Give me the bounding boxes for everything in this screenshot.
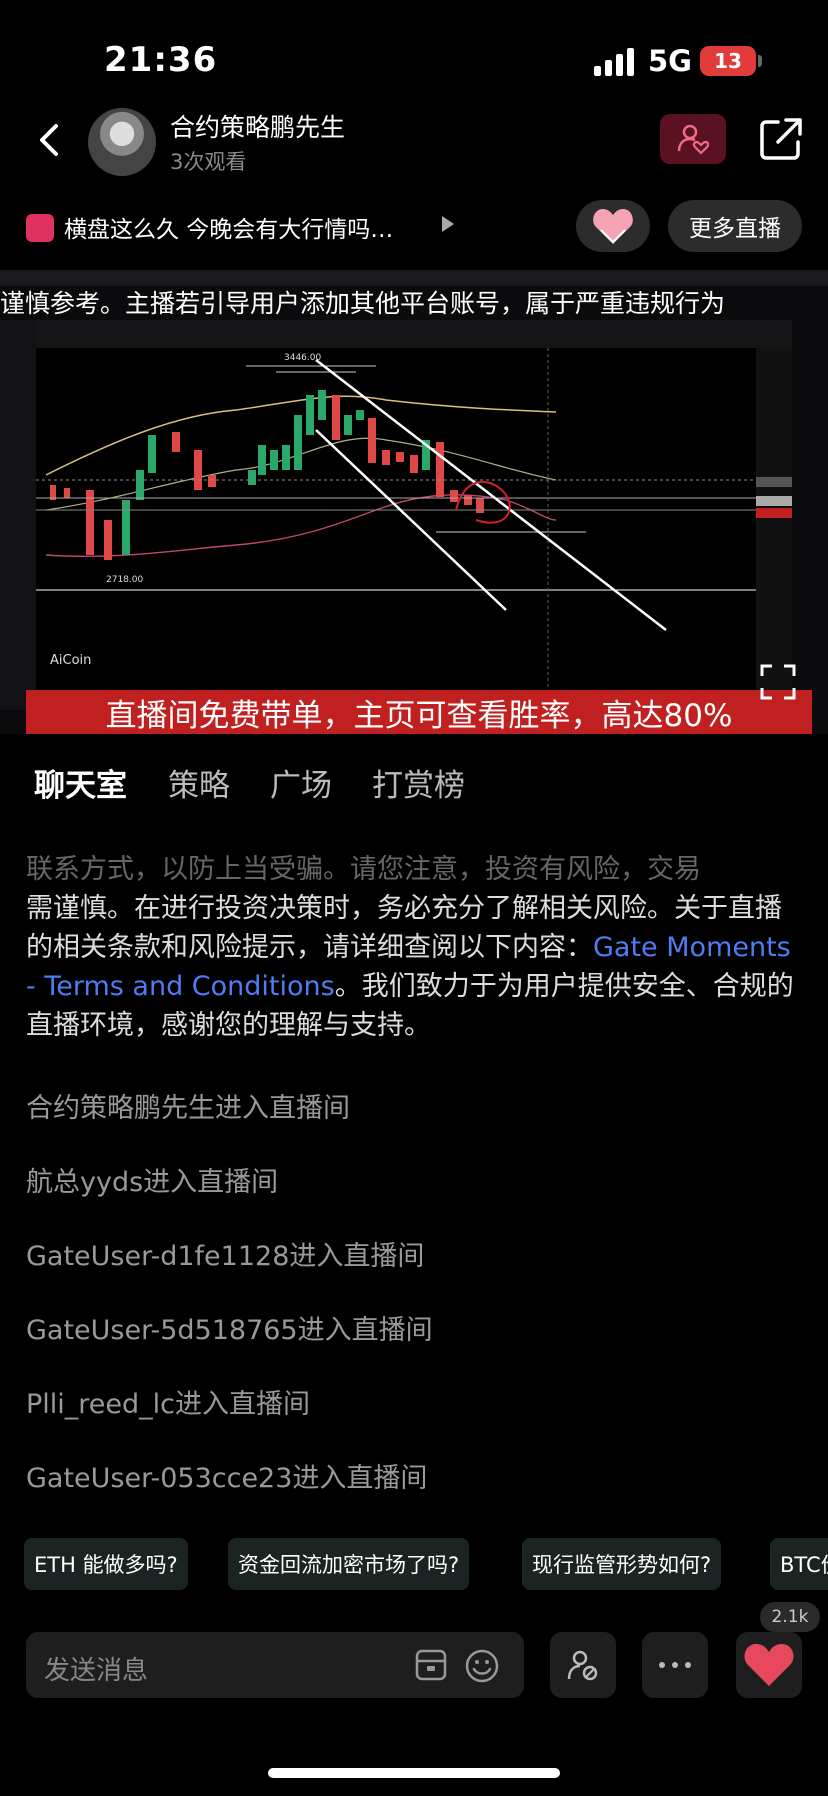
chat-entry: Plli_reed_lc进入直播间 (26, 1389, 311, 1420)
heart-hands-icon (593, 209, 633, 244)
more-options-button[interactable] (642, 1632, 708, 1698)
status-bar: 21:36 5G 13 (0, 0, 828, 120)
back-icon[interactable] (30, 120, 70, 160)
more-live-button[interactable]: 更多直播 (668, 200, 802, 252)
heart-icon (744, 1644, 794, 1686)
quick-question-chip[interactable]: ETH 能做多吗? (24, 1538, 188, 1590)
user-edit-icon (567, 1650, 598, 1681)
tab-square[interactable]: 广场 (270, 760, 332, 805)
battery-cap (758, 55, 762, 67)
guest-user-button[interactable] (550, 1632, 616, 1698)
chat-entry: GateUser-5d518765进入直播间 (26, 1315, 433, 1346)
chart-side-toolbar (0, 320, 36, 710)
like-count: 2.1k (760, 1602, 820, 1632)
like-button[interactable] (736, 1632, 802, 1698)
box-icon[interactable] (414, 1648, 448, 1682)
battery-icon: 13 (700, 46, 756, 76)
video-marquee-text: 谨慎参考。主播若引导用户添加其他平台账号，属于严重违规行为 (0, 289, 726, 318)
chat-entry: GateUser-d1fe1128进入直播间 (26, 1241, 425, 1272)
live-bars-icon (26, 214, 54, 242)
message-input[interactable]: 发送消息 (26, 1632, 524, 1698)
quick-question-chip[interactable]: 现行监管形势如何? (522, 1538, 722, 1590)
chat-entry: GateUser-053cce23进入直播间 (26, 1463, 428, 1494)
follow-user-heart-icon (677, 124, 709, 155)
live-video[interactable]: 谨慎参考。主播若引导用户添加其他平台账号，属于严重违规行为 3446.00 27… (0, 270, 828, 734)
follow-button[interactable] (660, 114, 726, 164)
quick-question-chip[interactable]: 资金回流加密市场了吗? (228, 1538, 470, 1590)
chart-high-label: 3446.00 (284, 353, 321, 363)
share-icon[interactable] (758, 116, 804, 162)
more-dots-icon (659, 1662, 691, 1668)
signal-icon (594, 48, 634, 76)
room-tabs: 聊天室 策略 广场 打赏榜 (0, 760, 828, 810)
chat-entry: 合约策略鹏先生进入直播间 (26, 1093, 350, 1124)
quick-questions: ETH 能做多吗? 资金回流加密市场了吗? 现行监管形势如何? BTC价 (0, 1538, 828, 1590)
tab-tip-ranking[interactable]: 打赏榜 (372, 760, 465, 805)
network-type: 5G (648, 44, 692, 78)
status-time: 21:36 (104, 40, 218, 80)
host-name[interactable]: 合约策略鹏先生 (170, 108, 345, 144)
play-triangle-icon (442, 216, 454, 232)
home-indicator (268, 1768, 560, 1778)
candlestick-chart: 3446.00 2718.00 (36, 320, 792, 690)
view-count: 3次观看 (170, 150, 247, 174)
message-placeholder: 发送消息 (44, 1656, 149, 1686)
host-avatar[interactable] (88, 108, 156, 176)
gift-heart-button[interactable] (576, 200, 650, 252)
live-topic[interactable]: 横盘这么久 今晚会有大行情吗… (64, 210, 393, 244)
chat-room: 联系方式，以防上当受骗。请您注意，投资有风险，交易 需谨慎。在进行投资决策时，务… (0, 850, 828, 1510)
battery-level: 13 (714, 49, 742, 73)
tab-strategy[interactable]: 策略 (168, 760, 230, 805)
emoji-icon[interactable] (464, 1648, 500, 1684)
quick-question-chip[interactable]: BTC价 (770, 1538, 828, 1590)
video-banner: 直播间免费带单，主页可查看胜率，高达80% (26, 690, 812, 734)
tab-chat[interactable]: 聊天室 (34, 760, 127, 805)
risk-notice: 联系方式，以防上当受骗。请您注意，投资有风险，交易 需谨慎。在进行投资决策时，务… (26, 850, 806, 1045)
aicoin-watermark: AiCoin (50, 653, 92, 668)
notice-faded-line: 联系方式，以防上当受骗。请您注意，投资有风险，交易 (26, 854, 701, 885)
chat-entry: 航总yyds进入直播间 (26, 1167, 279, 1198)
fullscreen-icon[interactable] (758, 662, 798, 702)
chart-low-label: 2718.00 (106, 575, 143, 585)
